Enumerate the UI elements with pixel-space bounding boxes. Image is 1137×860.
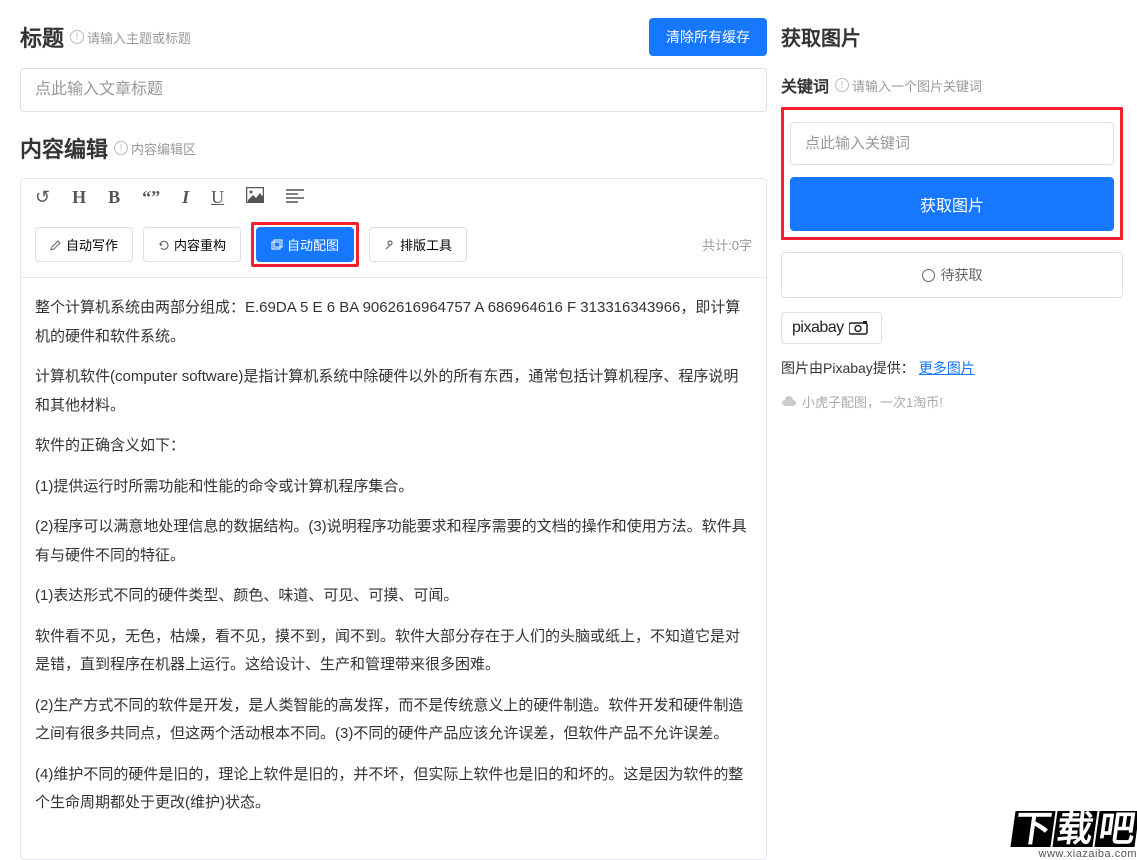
sidebar: 获取图片 关键词 ! 请输入一个图片关键词 获取图片 待获取 pixabay 图…	[781, 0, 1137, 860]
auto-image-highlight: 自动配图	[251, 222, 359, 267]
content-paragraph: 计算机软件(computer software)是指计算机系统中除硬件以外的所有…	[35, 363, 752, 420]
article-title-input[interactable]	[20, 68, 767, 112]
keyword-hint: ! 请输入一个图片关键词	[835, 76, 982, 95]
keyword-highlight-box: 获取图片	[781, 107, 1123, 240]
content-paragraph: 软件的正确含义如下：	[35, 432, 752, 461]
note-row: 小虎子配图，一次1淘币!	[781, 392, 1123, 411]
credit-row: 图片由Pixabay提供： 更多图片	[781, 358, 1123, 378]
tool-icon	[384, 239, 396, 251]
camera-icon	[849, 321, 871, 335]
sidebar-title: 获取图片	[781, 22, 1123, 51]
content-body[interactable]: 整个计算机系统由两部分组成：E.69DA 5 E 6 BA 9062616964…	[21, 277, 766, 859]
title-label: 标题	[20, 21, 64, 53]
content-paragraph: (2)程序可以满意地处理信息的数据结构。(3)说明程序功能要求和程序需要的文档的…	[35, 513, 752, 570]
pencil-icon	[50, 239, 62, 251]
auto-write-button[interactable]: 自动写作	[35, 227, 133, 262]
editor-card: ↺ H B “” I U 自动写作	[20, 178, 767, 860]
watermark: 下 载 吧 www.xiazaiba.com	[1013, 811, 1137, 860]
get-image-button[interactable]: 获取图片	[790, 177, 1114, 231]
cloud-icon	[781, 396, 797, 408]
info-icon: !	[70, 30, 84, 44]
circle-icon	[922, 269, 935, 282]
layers-icon	[271, 239, 283, 251]
italic-icon[interactable]: I	[182, 187, 189, 208]
content-header: 内容编辑 ! 内容编辑区	[20, 132, 767, 164]
content-paragraph: (4)维护不同的硬件是旧的，理论上软件是旧的，并不坏，但实际上软件也是旧的和坏的…	[35, 761, 752, 818]
info-icon: !	[835, 78, 849, 92]
layout-tool-button[interactable]: 排版工具	[369, 227, 467, 262]
quote-icon[interactable]: “”	[142, 187, 160, 208]
word-count: 共计:0字	[702, 235, 752, 254]
title-hint: ! 请输入主题或标题	[70, 28, 191, 47]
action-toolbar: 自动写作 内容重构 自动配图 排版工具 共计:0字	[21, 216, 766, 277]
auto-image-button[interactable]: 自动配图	[256, 227, 354, 262]
undo-icon[interactable]: ↺	[35, 187, 50, 208]
image-icon[interactable]	[246, 187, 264, 208]
underline-icon[interactable]: U	[211, 187, 224, 208]
info-icon: !	[114, 141, 128, 155]
content-label: 内容编辑	[20, 132, 108, 164]
rebuild-button[interactable]: 内容重构	[143, 227, 241, 262]
content-paragraph: (1)表达形式不同的硬件类型、颜色、味道、可见、可摸、可闻。	[35, 582, 752, 611]
more-images-link[interactable]: 更多图片	[919, 360, 975, 376]
keyword-input[interactable]	[790, 122, 1114, 165]
heading-icon[interactable]: H	[72, 187, 86, 208]
title-header: 标题 ! 请输入主题或标题 清除所有缓存	[20, 18, 767, 56]
refresh-icon	[158, 239, 170, 251]
content-hint: ! 内容编辑区	[114, 139, 196, 158]
content-paragraph: 整个计算机系统由两部分组成：E.69DA 5 E 6 BA 9062616964…	[35, 294, 752, 351]
content-paragraph: (1)提供运行时所需功能和性能的命令或计算机程序集合。	[35, 473, 752, 502]
align-icon[interactable]	[286, 187, 304, 208]
bold-icon[interactable]: B	[108, 187, 120, 208]
pixabay-tag[interactable]: pixabay	[781, 312, 882, 344]
content-paragraph: (2)生产方式不同的软件是开发，是人类智能的高发挥，而不是传统意义上的硬件制造。…	[35, 692, 752, 749]
keyword-label: 关键词	[781, 73, 829, 97]
clear-cache-button[interactable]: 清除所有缓存	[649, 18, 767, 56]
pending-status: 待获取	[781, 252, 1123, 298]
format-toolbar: ↺ H B “” I U	[21, 179, 766, 216]
content-paragraph: 软件看不见，无色，枯燥，看不见，摸不到，闻不到。软件大部分存在于人们的头脑或纸上…	[35, 623, 752, 680]
